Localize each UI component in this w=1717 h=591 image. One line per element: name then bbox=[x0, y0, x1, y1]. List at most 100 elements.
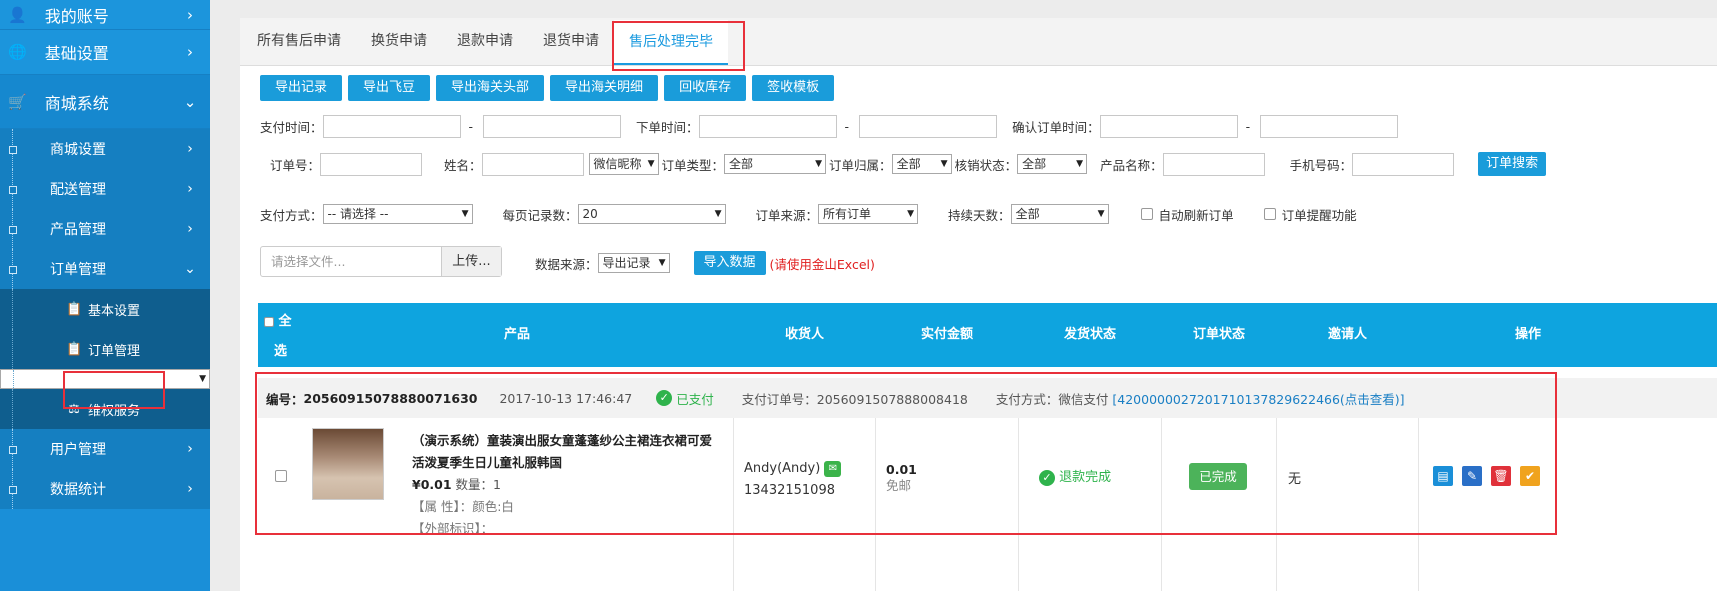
chevron-down-icon: ⌄ bbox=[184, 261, 196, 277]
column-header-actions: 操作 bbox=[1515, 327, 1542, 342]
pay-method-select[interactable]: -- 请选择 -- bbox=[322, 204, 473, 224]
tree-line bbox=[8, 389, 18, 429]
highlight-box-after-sales bbox=[63, 371, 165, 409]
chevron-right-icon: › bbox=[187, 221, 193, 237]
sidebar-item-label: 数据统计 bbox=[50, 482, 106, 498]
confirm-time-end-input[interactable] bbox=[1260, 115, 1399, 138]
phone-label: 手机号码： bbox=[1289, 157, 1353, 173]
sidebar-item-delivery[interactable]: 配送管理 › bbox=[0, 169, 210, 209]
column-header-receiver: 收货人 bbox=[785, 327, 825, 342]
chevron-right-icon: › bbox=[187, 181, 193, 197]
order-type-label: 订单类型： bbox=[661, 157, 725, 173]
globe-icon: 🌐 bbox=[8, 43, 27, 61]
sidebar-item-orders[interactable]: 订单管理 ⌄ bbox=[0, 249, 210, 289]
tree-node-icon bbox=[8, 249, 18, 289]
name-input[interactable] bbox=[481, 152, 584, 176]
data-source-select[interactable]: 导出记录 bbox=[597, 253, 670, 273]
sidebar-item-users[interactable]: 用户管理 › bbox=[0, 429, 210, 469]
chevron-right-icon: › bbox=[187, 441, 193, 457]
pay-time-start-input[interactable] bbox=[322, 115, 461, 138]
tab-all-after-sales[interactable]: 所有售后申请 bbox=[242, 17, 356, 65]
pay-time-end-input[interactable] bbox=[483, 115, 622, 138]
nickname-select[interactable]: 微信昵称 bbox=[588, 153, 659, 175]
chevron-right-icon: › bbox=[187, 141, 193, 157]
order-remind-label: 订单提醒功能 bbox=[1281, 207, 1357, 223]
sign-template-button[interactable]: 签收模板 bbox=[752, 75, 835, 101]
product-name-label: 产品名称： bbox=[1100, 157, 1163, 173]
sidebar-item-label: 商城设置 bbox=[50, 142, 106, 158]
verify-status-select[interactable]: 全部 bbox=[1017, 154, 1088, 174]
sidebar-item-account[interactable]: 👤 我的账号 › bbox=[0, 0, 210, 30]
column-header-paid-amount: 实付金额 bbox=[921, 327, 974, 342]
sidebar-leaf-label: 订单管理 bbox=[88, 343, 141, 359]
order-time-label: 下单时间： bbox=[636, 120, 699, 135]
highlight-box-order bbox=[255, 372, 1557, 535]
sidebar-item-label: 我的账号 bbox=[44, 6, 109, 26]
clipboard-icon: 📋 bbox=[66, 341, 83, 357]
order-time-end-input[interactable] bbox=[859, 115, 998, 138]
sidebar-item-label: 产品管理 bbox=[50, 222, 106, 238]
confirm-time-start-input[interactable] bbox=[1099, 115, 1238, 138]
order-type-select[interactable]: 全部 bbox=[724, 154, 827, 174]
tab-return[interactable]: 退货申请 bbox=[528, 17, 614, 65]
table-header: 全 选 产品 收货人 实付金额 发货状态 订单状态 邀请人 操作 bbox=[258, 303, 1717, 367]
page-size-label: 每页记录数： bbox=[502, 207, 578, 223]
sidebar-item-label: 配送管理 bbox=[50, 182, 106, 198]
sidebar-item-mall-settings[interactable]: 商城设置 › bbox=[0, 129, 210, 169]
chevron-right-icon: › bbox=[187, 5, 193, 24]
pay-time-label: 支付时间： bbox=[260, 120, 323, 135]
order-source-select[interactable]: 所有订单 bbox=[818, 204, 919, 224]
sidebar-item-mall-system[interactable]: 🛒 商城系统 ⌄ bbox=[0, 75, 210, 129]
order-owner-select[interactable]: 全部 bbox=[891, 154, 952, 174]
order-owner-label: 订单归属： bbox=[829, 157, 892, 173]
pay-method-label: 支付方式： bbox=[260, 207, 323, 223]
upload-button[interactable]: 上传... bbox=[441, 247, 501, 276]
range-dash: - bbox=[468, 119, 474, 134]
order-search-button[interactable]: 订单搜索 bbox=[1478, 152, 1547, 176]
tab-refund[interactable]: 退款申请 bbox=[442, 17, 528, 65]
export-customs-detail-button[interactable]: 导出海关明细 bbox=[550, 75, 659, 101]
order-remind-checkbox[interactable] bbox=[1263, 208, 1276, 220]
data-source-label: 数据来源： bbox=[535, 256, 598, 272]
recycle-stock-button[interactable]: 回收库存 bbox=[664, 75, 747, 101]
sidebar-item-basic-settings[interactable]: 🌐 基础设置 › bbox=[0, 30, 210, 75]
column-header-product: 产品 bbox=[504, 327, 531, 342]
chevron-down-icon: ⌄ bbox=[183, 92, 197, 111]
export-records-button[interactable]: 导出记录 bbox=[260, 75, 343, 101]
file-upload: 请选择文件... 上传... bbox=[260, 246, 502, 277]
range-dash: - bbox=[844, 119, 850, 134]
file-name-input[interactable]: 请选择文件... bbox=[261, 247, 441, 276]
sidebar-item-label: 基础设置 bbox=[44, 44, 109, 63]
toolbar: 导出记录 导出飞豆 导出海关头部 导出海关明细 回收库存 签收模板 bbox=[260, 75, 835, 101]
order-time-start-input[interactable] bbox=[698, 115, 837, 138]
confirm-time-label: 确认订单时间： bbox=[1012, 120, 1100, 135]
tree-node-icon bbox=[8, 469, 18, 509]
sidebar-item-products[interactable]: 产品管理 › bbox=[0, 209, 210, 249]
sidebar-leaf-basic-settings[interactable]: 📋 基本设置 bbox=[0, 289, 210, 329]
tree-line bbox=[9, 370, 19, 388]
sidebar-item-label: 商城系统 bbox=[44, 93, 109, 113]
sidebar-item-stats[interactable]: 数据统计 › bbox=[0, 469, 210, 509]
excel-hint: (请使用金山Excel) bbox=[769, 256, 875, 272]
phone-input[interactable] bbox=[1352, 152, 1455, 176]
auto-refresh-checkbox[interactable] bbox=[1140, 208, 1153, 220]
name-label: 姓名： bbox=[444, 157, 482, 173]
clipboard-icon: 📋 bbox=[66, 301, 83, 317]
page-size-select[interactable]: 20 bbox=[577, 204, 726, 224]
sidebar-leaf-order-management[interactable]: 📋 订单管理 bbox=[0, 329, 210, 369]
order-no-input[interactable] bbox=[320, 152, 423, 176]
tab-exchange[interactable]: 换货申请 bbox=[356, 17, 442, 65]
product-name-input[interactable] bbox=[1162, 152, 1265, 176]
select-all-checkbox[interactable] bbox=[264, 316, 274, 327]
duration-select[interactable]: 全部 bbox=[1010, 204, 1109, 224]
tree-node-icon bbox=[8, 169, 18, 209]
auto-refresh-label: 自动刷新订单 bbox=[1158, 207, 1234, 223]
export-feidou-button[interactable]: 导出飞豆 bbox=[348, 75, 431, 101]
user-icon: 👤 bbox=[8, 5, 27, 24]
tree-node-icon bbox=[8, 209, 18, 249]
import-data-button[interactable]: 导入数据 bbox=[693, 251, 766, 275]
sidebar: 👤 我的账号 › 🌐 基础设置 › 🛒 商城系统 ⌄ 商城设置 › 配送管理 ›… bbox=[0, 0, 210, 591]
select-all-label: 全 bbox=[278, 314, 292, 329]
tree-node-icon bbox=[8, 129, 18, 169]
export-customs-header-button[interactable]: 导出海关头部 bbox=[436, 75, 545, 101]
